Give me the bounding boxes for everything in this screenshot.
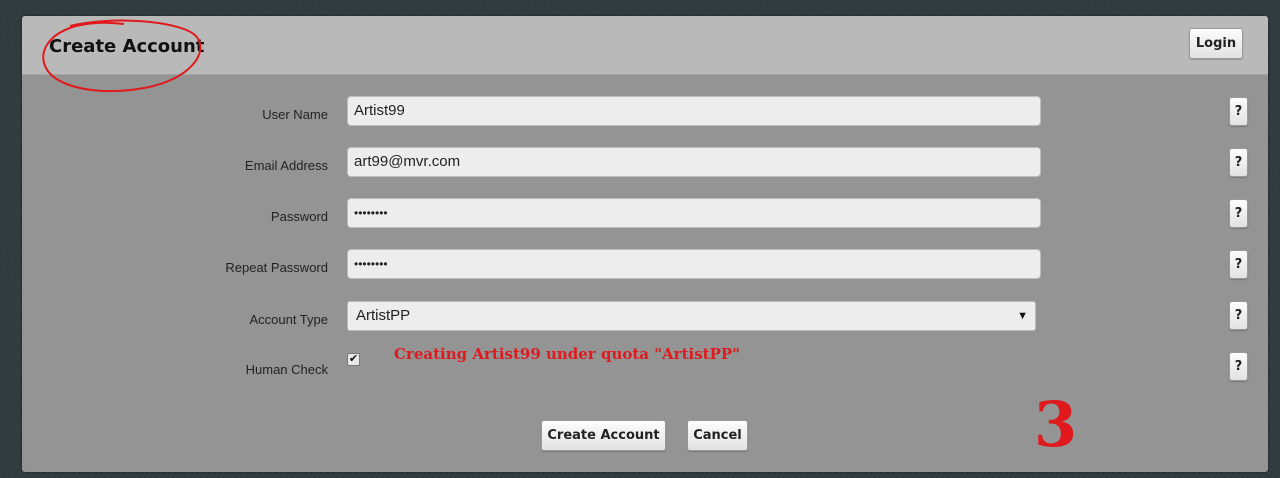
email-address-input[interactable]: art99@mvr.com xyxy=(347,147,1041,177)
account-type-select[interactable]: ArtistPP ▼ xyxy=(347,301,1036,331)
login-button[interactable]: Login xyxy=(1189,28,1243,59)
step-number-annotation: 3 xyxy=(1034,388,1078,461)
panel-header: Create Account Login xyxy=(22,16,1268,93)
human-check-help-button[interactable]: ? xyxy=(1229,352,1248,381)
repeat-password-input[interactable]: •••••••• xyxy=(347,249,1041,279)
password-input[interactable]: •••••••• xyxy=(347,198,1041,228)
account-type-help-button[interactable]: ? xyxy=(1229,301,1248,330)
human-check-checkbox[interactable]: ✔ xyxy=(347,353,360,366)
page-title: Create Account xyxy=(49,36,205,57)
user-name-help-button[interactable]: ? xyxy=(1229,97,1248,126)
cancel-button[interactable]: Cancel xyxy=(687,420,748,451)
email-address-label: Email Address xyxy=(244,158,328,173)
user-name-input[interactable]: Artist99 xyxy=(347,96,1041,126)
user-name-label: User Name xyxy=(262,107,328,122)
repeat-password-label: Repeat Password xyxy=(225,260,328,275)
account-type-value: ArtistPP xyxy=(356,307,411,324)
create-account-panel: Create Account Login User Name Artist99 … xyxy=(22,16,1268,472)
account-type-label: Account Type xyxy=(249,312,328,327)
chevron-down-icon: ▼ xyxy=(1017,310,1028,322)
repeat-password-help-button[interactable]: ? xyxy=(1229,250,1248,279)
email-address-help-button[interactable]: ? xyxy=(1229,148,1248,177)
password-label: Password xyxy=(270,209,328,224)
quota-annotation: Creating Artist99 under quota "ArtistPP" xyxy=(394,345,740,363)
create-account-button[interactable]: Create Account xyxy=(541,420,666,451)
human-check-label: Human Check xyxy=(245,362,328,377)
password-help-button[interactable]: ? xyxy=(1229,199,1248,228)
